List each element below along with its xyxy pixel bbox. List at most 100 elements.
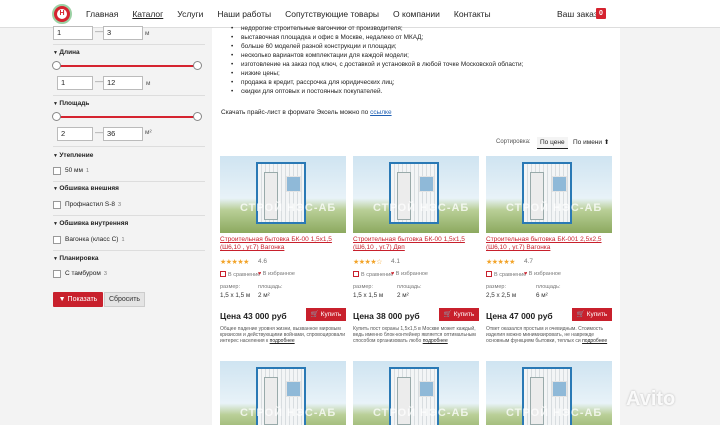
divider <box>53 146 205 147</box>
more-link[interactable]: подробнее <box>423 338 448 344</box>
nav-our-works[interactable]: Наши работы <box>217 9 271 19</box>
rating-stars: ★★★★★ <box>486 259 515 266</box>
favorite-link[interactable]: В избранное <box>391 271 428 277</box>
layout-filter-heading[interactable]: Планировка <box>53 255 98 262</box>
catalog-content: недорогие строительные вагончики от прои… <box>212 24 620 425</box>
inner-cladding-filter-heading[interactable]: Обшивка внутренняя <box>53 220 128 227</box>
nav-about[interactable]: О компании <box>393 9 440 19</box>
benefit-item: выставочная площадка и офис в Москве, не… <box>228 33 620 42</box>
product-image[interactable]: СТРОЙ НЭС-АБ <box>220 361 346 425</box>
length-slider[interactable] <box>56 65 199 67</box>
product-image[interactable]: СТРОЙ НЭС-АБ <box>486 156 612 233</box>
area-from-input[interactable]: 2 <box>57 127 93 141</box>
rating-value: 4.1 <box>391 258 401 265</box>
area-label: площадь: <box>397 284 422 290</box>
benefit-item: изготовление на заказ под ключ, с достав… <box>228 60 620 69</box>
product-image[interactable]: СТРОЙ НЭС-АБ <box>353 361 479 425</box>
rating-stars: ★★★★★ <box>220 259 249 266</box>
reset-filter-button[interactable]: Сбросить <box>104 292 145 307</box>
length-slider-max-handle[interactable] <box>193 61 202 70</box>
compare-link[interactable]: В сравнение <box>353 271 393 278</box>
length-from-input[interactable]: 1 <box>57 76 93 90</box>
buy-button[interactable]: 🛒 Купить <box>439 308 479 321</box>
logo-letter: Н <box>57 9 67 19</box>
product-title-link[interactable]: Строительная бытовка БК-00 1,5х1,5 (Ш6,1… <box>353 236 479 252</box>
length-to-input[interactable]: 12 <box>103 76 143 90</box>
area-value: 6 м² <box>536 292 548 299</box>
insulation-filter-heading[interactable]: Утепление <box>53 152 93 159</box>
watermark: СТРОЙ НЭС-АБ <box>240 407 337 419</box>
page: Н Главная Каталог Услуги Наши работы Соп… <box>0 0 720 425</box>
favorite-link[interactable]: В избранное <box>258 271 295 277</box>
product-title-link[interactable]: Строительная бытовка БК-00 1,5х1,5 (Ш6,1… <box>220 236 346 252</box>
area-unit: м² <box>145 129 152 136</box>
product-image[interactable]: СТРОЙ НЭС-АБ <box>220 156 346 233</box>
cabin-picture <box>389 162 439 224</box>
width-unit: м <box>145 30 150 37</box>
benefit-item: продажа в кредит, рассрочка для юридичес… <box>228 78 620 87</box>
width-to-input[interactable]: 3 <box>103 26 143 40</box>
show-filter-button[interactable]: ▼ Показать <box>53 292 103 307</box>
logo[interactable]: Н <box>52 4 72 24</box>
nav-contacts[interactable]: Контакты <box>454 9 491 19</box>
layout-checkbox[interactable] <box>53 270 61 278</box>
nav-related-goods[interactable]: Сопутствующие товары <box>285 9 379 19</box>
compare-icon <box>486 271 492 277</box>
inner-cladding-option: Вагонка (класс С) 1 <box>65 236 125 243</box>
buy-button[interactable]: 🛒 Купить <box>306 308 346 321</box>
outer-cladding-filter-heading[interactable]: Обшивка внешняя <box>53 185 119 192</box>
filter-sidebar: 1 — 3 м Длина 1 — 12 м Площадь 2 — 36 м²… <box>45 26 210 328</box>
size-value: 1,5 x 1,5 м <box>220 292 251 299</box>
rating-stars: ★★★★☆ <box>353 259 382 266</box>
benefit-item: скидки для оптовых и постоянных покупате… <box>228 87 620 96</box>
outer-cladding-checkbox[interactable] <box>53 201 61 209</box>
inner-cladding-checkbox[interactable] <box>53 236 61 244</box>
watermark: СТРОЙ НЭС-АБ <box>506 407 603 419</box>
length-slider-min-handle[interactable] <box>52 61 61 70</box>
order-link[interactable]: Ваш заказ <box>557 9 598 19</box>
compare-link[interactable]: В сравнение <box>486 271 526 278</box>
benefit-item: несколько вариантов комплектации для каж… <box>228 51 620 60</box>
divider <box>53 95 205 96</box>
divider <box>53 181 205 182</box>
length-filter-heading[interactable]: Длина <box>53 49 79 56</box>
area-slider-max-handle[interactable] <box>193 112 202 121</box>
product-title-link[interactable]: Строительная бытовка БК-001 2,5х2,5 (Ш6,… <box>486 236 612 252</box>
nav-home[interactable]: Главная <box>86 9 118 19</box>
nav-catalog[interactable]: Каталог <box>132 9 163 19</box>
sort-label: Сортировка: <box>496 139 531 145</box>
pricelist-text: Скачать прайс-лист в формате Эксель можн… <box>221 109 392 116</box>
product-image[interactable]: СТРОЙ НЭС-АБ <box>353 156 479 233</box>
more-link[interactable]: подробнее <box>270 338 295 344</box>
divider <box>53 215 205 216</box>
cabin-picture <box>256 162 306 224</box>
product-description: Купить пост охраны 1,5х1,5 в Москве може… <box>353 326 476 344</box>
rating-value: 4.6 <box>258 258 268 265</box>
divider <box>53 44 205 45</box>
nav-services[interactable]: Услуги <box>177 9 203 19</box>
insulation-checkbox[interactable] <box>53 167 61 175</box>
area-slider-min-handle[interactable] <box>52 112 61 121</box>
area-slider[interactable] <box>56 116 199 118</box>
area-label: площадь: <box>258 284 283 290</box>
buy-button[interactable]: 🛒 Купить <box>572 308 612 321</box>
product-price: Цена 47 000 руб <box>486 311 553 321</box>
pricelist-link[interactable]: ссылке <box>370 109 392 116</box>
watermark: СТРОЙ НЭС-АБ <box>373 202 470 214</box>
compare-icon <box>220 271 226 277</box>
benefits-list: недорогие строительные вагончики от прои… <box>228 24 620 96</box>
product-price: Цена 43 000 руб <box>220 311 287 321</box>
favorite-link[interactable]: В избранное <box>524 271 561 277</box>
range-dash: — <box>95 128 103 137</box>
compare-link[interactable]: В сравнение <box>220 271 260 278</box>
width-from-input[interactable]: 1 <box>53 26 93 40</box>
benefit-item: недорогие строительные вагончики от прои… <box>228 24 620 33</box>
more-link[interactable]: подробнее <box>582 338 607 344</box>
area-to-input[interactable]: 36 <box>103 127 143 141</box>
area-filter-heading[interactable]: Площадь <box>53 100 89 107</box>
product-image[interactable]: СТРОЙ НЭС-АБ <box>486 361 612 425</box>
sort-by-price[interactable]: По цене <box>537 137 568 149</box>
size-value: 1,5 x 1,5 м <box>353 292 384 299</box>
sort-by-name[interactable]: По имени ⬆ <box>570 137 612 149</box>
size-label: размер: <box>486 284 507 290</box>
